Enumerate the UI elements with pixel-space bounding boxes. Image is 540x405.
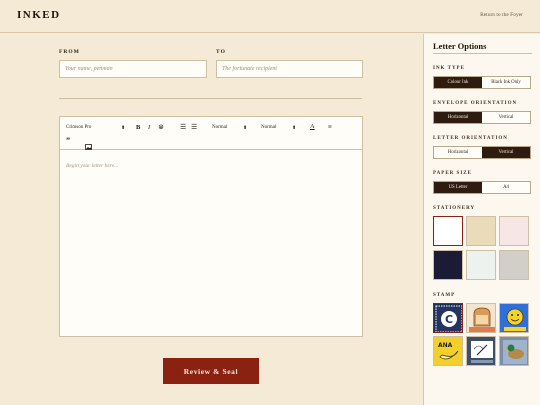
heading-select[interactable]: Normal: [212, 125, 227, 130]
colour-ink-option[interactable]: Colour Ink: [434, 77, 482, 88]
quill-icon: [471, 341, 493, 363]
stationery-label: STATIONERY: [433, 206, 476, 211]
to-input[interactable]: [216, 60, 363, 78]
mallard-stamp[interactable]: [499, 336, 529, 366]
svg-text:C: C: [445, 313, 453, 326]
size-select[interactable]: Normal: [261, 125, 276, 130]
font-family-value: Crimson Pro: [66, 125, 92, 130]
toast-icon: [469, 307, 495, 332]
black-ink-option[interactable]: Black Ink Only: [482, 77, 530, 88]
bold-icon[interactable]: B: [136, 124, 140, 131]
font-select-chevron-icon[interactable]: ⬍: [121, 125, 125, 131]
letter-horizontal-option[interactable]: Horizontal: [434, 147, 482, 158]
top-header: INKED Return to the Foyer: [0, 0, 540, 33]
letter-composer: FROM TO Crimson Pro ⬍ B I ⊜ ☰ ☰ Normal ⬍…: [0, 34, 423, 405]
awesome-stamp[interactable]: [499, 303, 529, 333]
letter-vertical-option[interactable]: Vertical: [482, 147, 530, 158]
envelope-vertical-option[interactable]: Vertical: [482, 112, 530, 123]
italic-icon[interactable]: I: [148, 124, 150, 131]
paper-size-label: PAPER SIZE: [433, 171, 472, 176]
stationery-swatch[interactable]: [499, 250, 529, 280]
stationery-swatch[interactable]: [433, 250, 463, 280]
rich-text-editor: Crimson Pro ⬍ B I ⊜ ☰ ☰ Normal ⬍ Normal …: [59, 116, 363, 337]
sidebar-title: Letter Options: [433, 41, 487, 51]
heading-value: Normal: [212, 125, 228, 130]
letter-orientation-toggle: Horizontal Vertical: [433, 146, 531, 159]
svg-text:ANA: ANA: [438, 342, 453, 349]
banana-icon: ANA: [438, 342, 459, 360]
align-icon[interactable]: ≡: [328, 123, 332, 131]
to-label: TO: [216, 49, 226, 55]
letter-orientation-label: LETTER ORIENTATION: [433, 136, 508, 141]
stationery-swatch[interactable]: [499, 216, 529, 246]
sidebar-divider: [433, 53, 532, 54]
letter-options-sidebar: Letter Options INK TYPE Colour Ink Black…: [423, 34, 540, 405]
heading-chevron-icon[interactable]: ⬍: [243, 125, 247, 131]
duck-icon: [503, 340, 527, 364]
ana-banana-stamp[interactable]: ANA: [433, 336, 463, 366]
bullet-list-icon[interactable]: ☰: [191, 123, 197, 131]
c-logo-stamp[interactable]: C: [433, 303, 463, 333]
c-logo-icon: C: [435, 305, 462, 332]
paper-size-toggle: US Letter A4: [433, 181, 531, 194]
us-letter-option[interactable]: US Letter: [434, 182, 482, 193]
smiley-icon: [504, 308, 526, 331]
review-and-seal-button[interactable]: Review & Seal: [163, 358, 259, 384]
app-logo[interactable]: INKED: [17, 9, 61, 21]
from-input[interactable]: [59, 60, 207, 78]
size-chevron-icon[interactable]: ⬍: [292, 125, 296, 131]
ink-type-toggle: Colour Ink Black Ink Only: [433, 76, 531, 89]
return-to-foyer-link[interactable]: Return to the Foyer: [480, 12, 523, 18]
editor-toolbar: Crimson Pro ⬍ B I ⊜ ☰ ☰ Normal ⬍ Normal …: [60, 117, 362, 150]
a4-option[interactable]: A4: [482, 182, 530, 193]
envelope-orientation-toggle: Horizontal Vertical: [433, 111, 531, 124]
letter-body-placeholder[interactable]: Begin your letter here...: [66, 163, 118, 169]
stationery-swatch[interactable]: [466, 250, 496, 280]
stationery-swatch[interactable]: [466, 216, 496, 246]
from-label: FROM: [59, 49, 80, 55]
ordered-list-icon[interactable]: ☰: [180, 123, 186, 131]
image-icon[interactable]: [85, 137, 92, 155]
envelope-orientation-label: ENVELOPE ORIENTATION: [433, 101, 518, 106]
envelope-horizontal-option[interactable]: Horizontal: [434, 112, 482, 123]
stamp-label: STAMP: [433, 293, 456, 298]
font-family-select[interactable]: Crimson Pro: [66, 125, 91, 130]
strikethrough-icon[interactable]: ⊜: [158, 123, 164, 131]
stationery-swatch[interactable]: [433, 216, 463, 246]
form-divider: [59, 98, 362, 99]
pen-ink-stamp[interactable]: [466, 336, 496, 366]
ink-type-label: INK TYPE: [433, 66, 465, 71]
size-value: Normal: [261, 125, 277, 130]
toast-post-stamp[interactable]: [466, 303, 496, 333]
text-color-icon[interactable]: A: [310, 123, 315, 130]
blockquote-icon[interactable]: ”: [66, 136, 70, 145]
